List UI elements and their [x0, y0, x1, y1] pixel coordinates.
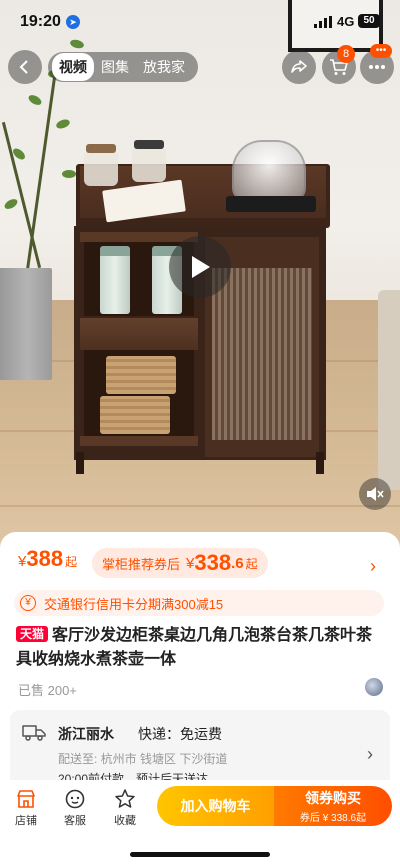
play-video-button[interactable] — [169, 236, 231, 298]
buy-with-coupon-button[interactable]: 领券购买 券后 ¥ 338.6起 — [274, 786, 392, 826]
plant-stem — [24, 60, 59, 280]
location-arrow-icon: ➤ — [66, 15, 80, 29]
play-icon — [192, 256, 210, 278]
customer-service-button[interactable]: 客服 — [57, 788, 93, 828]
cabinet-leg — [76, 452, 84, 474]
glass-jar — [84, 150, 118, 186]
buy-button-label: 领券购买 — [305, 790, 361, 806]
tab-place-in-home[interactable]: 放我家 — [136, 53, 192, 81]
glass-kettle — [232, 140, 306, 202]
store-icon — [17, 790, 35, 808]
battery-icon: 50 — [358, 14, 380, 28]
glass-jar-lid — [134, 140, 164, 149]
favorite-button[interactable]: 收藏 — [107, 788, 143, 828]
induction-cooker — [226, 196, 316, 212]
price-value: 388 — [26, 546, 64, 571]
buy-button-subtext: 券后 ¥ 338.6起 — [299, 813, 367, 824]
price-suffix: 起 — [65, 555, 78, 569]
plant-leaf — [2, 197, 20, 211]
delivery-truck-icon — [22, 725, 46, 741]
more-dots-icon — [369, 65, 385, 69]
chevron-right-icon[interactable]: › — [370, 556, 376, 577]
share-button[interactable] — [282, 50, 316, 84]
cabinet-shelf — [80, 436, 198, 446]
plant-leaf — [55, 117, 71, 131]
ship-from: 浙江丽水 — [58, 726, 114, 742]
more-notification-badge: ••• — [370, 44, 392, 58]
network-type: 4G — [337, 14, 355, 29]
rattan-basket — [100, 396, 170, 434]
price-row: ¥ 388 起 — [18, 546, 77, 572]
tea-canister-lid — [100, 246, 130, 256]
tab-video[interactable]: 视频 — [52, 53, 94, 81]
tab-gallery[interactable]: 图集 — [94, 53, 136, 81]
chevron-left-icon — [19, 60, 28, 74]
add-to-cart-button[interactable]: 加入购物车 — [157, 786, 274, 826]
shop-button[interactable]: 店铺 — [8, 788, 44, 828]
cart-count-badge: 8 — [337, 45, 355, 63]
sold-count: 已售 200+ — [18, 683, 77, 698]
coupon-price-label: 掌柜推荐券后 — [102, 556, 181, 572]
signal-strength-icon — [314, 16, 332, 28]
buyer-avatar[interactable] — [365, 678, 383, 696]
promo-text: 交通银行信用卡分期满300减15 — [44, 596, 224, 612]
shop-label: 店铺 — [15, 815, 37, 827]
status-time: 19:20 — [20, 13, 61, 30]
chevron-right-icon[interactable]: › — [367, 744, 373, 765]
cabinet-drawer — [80, 316, 198, 350]
star-icon — [115, 789, 135, 808]
plant-stem — [1, 121, 42, 269]
service-label: 客服 — [64, 815, 86, 827]
coupon-price-pill[interactable]: 掌柜推荐券后 ¥ 338 .6 起 — [92, 548, 268, 578]
status-bar: 19:20 ➤ 4G 50 — [0, 0, 400, 44]
fluted-glass-panel — [212, 268, 312, 440]
cabinet-shelf — [80, 232, 198, 242]
coupon-price-currency: ¥ — [186, 554, 195, 572]
rattan-basket — [106, 356, 176, 394]
yen-coupon-icon: ¥ — [20, 595, 36, 611]
coupon-price-suffix: 起 — [245, 556, 258, 571]
glass-jar — [132, 146, 166, 182]
favorite-label: 收藏 — [114, 815, 136, 827]
shipping-fee: 快递：免运费 — [138, 726, 222, 742]
price-currency: ¥ — [18, 553, 27, 570]
floor-seam — [0, 505, 400, 507]
speaker-muted-icon — [367, 487, 384, 501]
tea-canister — [100, 248, 130, 314]
sofa-edge — [378, 290, 400, 490]
coupon-price-decimal: .6 — [231, 554, 244, 572]
plant-leaf — [62, 170, 76, 178]
mute-button[interactable] — [359, 478, 391, 510]
share-arrow-icon — [291, 60, 307, 73]
back-button[interactable] — [8, 50, 42, 84]
concrete-planter — [0, 268, 52, 380]
chat-face-icon — [65, 789, 85, 809]
media-tabs: 视频 图集 放我家 — [48, 52, 198, 82]
home-indicator — [130, 852, 270, 857]
promo-bar[interactable]: ¥ 交通银行信用卡分期满300减15 — [14, 590, 384, 616]
product-title-text: 客厅沙发边柜茶桌边几角几泡茶台茶几茶叶茶具收纳烧水煮茶壶一体 — [16, 627, 373, 668]
glass-jar-lid — [86, 144, 116, 153]
plant-leaf — [26, 93, 44, 107]
delivery-address: 配送至: 杭州市 钱塘区 下沙街道 — [58, 752, 228, 766]
coupon-price-integer: 338 — [194, 550, 232, 575]
product-title: 天猫 客厅沙发边柜茶桌边几角几泡茶台茶几茶叶茶具收纳烧水煮茶壶一体 — [16, 624, 388, 672]
tmall-badge: 天猫 — [16, 626, 49, 642]
cabinet-leg — [316, 452, 324, 474]
